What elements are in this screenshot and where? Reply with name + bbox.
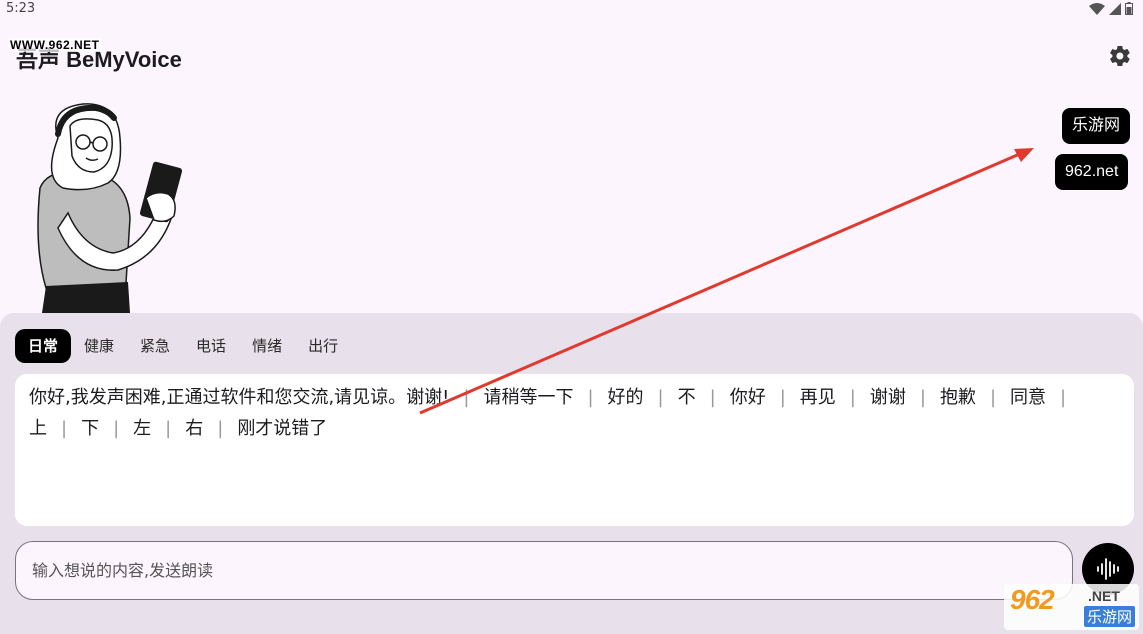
phrase-item[interactable]: 你好 bbox=[730, 387, 766, 408]
phrase-item[interactable]: 上 bbox=[29, 418, 47, 439]
phrase-item[interactable]: 同意 bbox=[1010, 387, 1046, 408]
chip-962-net[interactable]: 962.net bbox=[1055, 154, 1129, 190]
phrase-separator: | bbox=[1060, 387, 1067, 408]
phrase-item[interactable]: 请稍等一下 bbox=[483, 387, 573, 408]
phrase-separator: | bbox=[849, 387, 856, 408]
watermark-net: .NET bbox=[1088, 588, 1120, 604]
tab-emergency[interactable]: 紧急 bbox=[127, 329, 183, 363]
phrase-separator: | bbox=[217, 418, 224, 439]
phrase-separator: | bbox=[989, 387, 997, 408]
settings-button[interactable] bbox=[1108, 44, 1132, 68]
tab-phone[interactable]: 电话 bbox=[183, 329, 239, 363]
phrase-separator: | bbox=[919, 387, 926, 408]
phrase-item[interactable]: 你好,我发声困难,正通过软件和您交流,请见谅。谢谢! bbox=[29, 387, 449, 408]
person-with-phone-illustration bbox=[37, 103, 183, 313]
phrase-item[interactable]: 不 bbox=[678, 387, 696, 408]
status-icons bbox=[1089, 2, 1133, 15]
phrase-item[interactable]: 好的 bbox=[608, 387, 644, 408]
phrase-separator: | bbox=[463, 387, 470, 408]
phrase-separator: | bbox=[779, 387, 786, 408]
status-bar: 5:23 bbox=[0, 0, 1143, 18]
watermark-logo: 962 .NET 乐游网 bbox=[1004, 584, 1139, 630]
watermark-cn: 乐游网 bbox=[1084, 606, 1136, 627]
tab-health[interactable]: 健康 bbox=[71, 329, 127, 363]
sound-wave-icon bbox=[1097, 558, 1119, 580]
phrase-item[interactable]: 再见 bbox=[800, 387, 836, 408]
battery-icon bbox=[1125, 2, 1133, 15]
signal-icon bbox=[1109, 2, 1121, 15]
speak-input[interactable] bbox=[16, 542, 1072, 599]
phrase-item[interactable]: 刚才说错了 bbox=[237, 418, 327, 439]
tab-travel[interactable]: 出行 bbox=[295, 329, 351, 363]
status-time: 5:23 bbox=[6, 1, 36, 16]
tab-daily[interactable]: 日常 bbox=[15, 329, 72, 363]
phrase-item[interactable]: 右 bbox=[185, 418, 203, 439]
phrase-item[interactable]: 抱歉 bbox=[940, 387, 976, 408]
phrase-panel: 日常 健康 紧急 电话 情绪 出行 你好,我发声困难,正通过软件和您交流,请见谅… bbox=[0, 313, 1143, 634]
phrase-item[interactable]: 左 bbox=[133, 418, 151, 439]
phrase-separator: | bbox=[709, 387, 716, 408]
chip-leyouwang[interactable]: 乐游网 bbox=[1062, 108, 1131, 144]
watermark-text: WWW.962.NET bbox=[8, 38, 102, 52]
tab-emotion[interactable]: 情绪 bbox=[239, 329, 295, 363]
phrase-separator: | bbox=[657, 387, 664, 408]
phrase-separator: | bbox=[61, 418, 68, 439]
phrase-separator: | bbox=[113, 418, 120, 439]
category-tabs: 日常 健康 紧急 电话 情绪 出行 bbox=[15, 329, 351, 363]
watermark-brand: 962 bbox=[1010, 584, 1055, 615]
phrase-item[interactable]: 下 bbox=[81, 418, 99, 439]
phrase-separator: | bbox=[587, 387, 594, 408]
gear-icon bbox=[1110, 45, 1130, 67]
phrase-item[interactable]: 谢谢 bbox=[870, 387, 906, 408]
speak-input-container bbox=[15, 541, 1073, 600]
phrase-list: 你好,我发声困难,正通过软件和您交流,请见谅。谢谢! | 请稍等一下 | 好的 | 不 | 你好… bbox=[15, 374, 1134, 526]
phrase-separator: | bbox=[165, 418, 172, 439]
wifi-icon bbox=[1089, 2, 1105, 15]
